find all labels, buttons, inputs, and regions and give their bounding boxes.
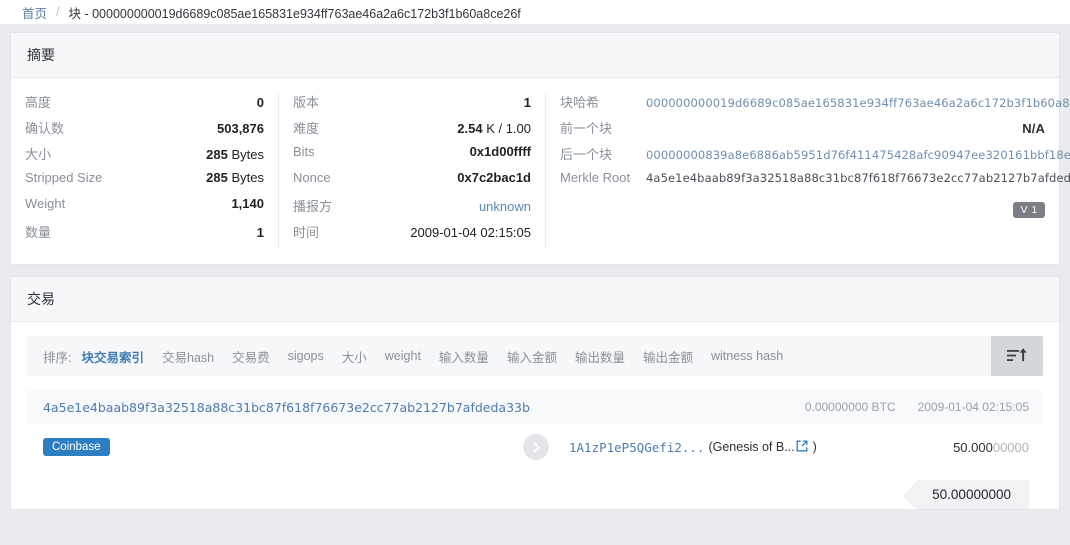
summary-row-difficulty: 难度 2.54 K / 1.00 xyxy=(293,118,531,144)
sort-option-sigops[interactable]: sigops xyxy=(288,349,324,363)
summary-key: 播报方 xyxy=(293,199,333,214)
summary-key: 后一个块 xyxy=(560,147,613,162)
sort-option-weight[interactable]: weight xyxy=(385,349,421,363)
summary-column-2: 版本 1 难度 2.54 K / 1.00 Bits 0x1d00ffff No… xyxy=(278,92,545,248)
transactions-card: 交易 排序: 块交易索引 交易hash 交易费 sigops 大小 weight… xyxy=(10,276,1060,512)
summary-row-size: 大小 285 Bytes xyxy=(25,144,264,170)
summary-key: 大小 xyxy=(25,147,52,162)
summary-row-stripped-size: Stripped Size 285 Bytes xyxy=(25,170,264,196)
version-badge: V 1 xyxy=(1013,202,1045,218)
summary-body: 高度 0 确认数 503,876 大小 285 Bytes Stripped S… xyxy=(11,78,1070,264)
summary-key: 时间 xyxy=(293,225,320,240)
summary-key: 高度 xyxy=(25,95,52,110)
summary-row-time: 时间 2009-01-04 02:15:05 xyxy=(293,222,531,248)
summary-key: Weight xyxy=(25,196,66,211)
summary-value: 503,876 xyxy=(217,121,264,136)
summary-key: 数量 xyxy=(25,225,52,240)
summary-column-3: 块哈希 000000000019d6689c085ae165831e934ff7… xyxy=(545,92,1070,248)
breadcrumb-separator: / xyxy=(56,5,60,19)
summary-row-bits: Bits 0x1d00ffff xyxy=(293,144,531,170)
sort-option-output-count[interactable]: 输出数量 xyxy=(575,347,625,366)
summary-value: 1,140 xyxy=(231,196,264,211)
breadcrumb-current: 块 - 000000000019d6689c085ae165831e934ff7… xyxy=(68,6,521,21)
transaction-fee: 0.00000000 BTC xyxy=(804,400,896,414)
transactions-body: 排序: 块交易索引 交易hash 交易费 sigops 大小 weight 输入… xyxy=(11,322,1059,512)
sort-option-input-amount[interactable]: 输入金额 xyxy=(507,347,557,366)
transaction-hash-link[interactable]: 4a5e1e4baab89f3a32518a88c31bc87f618f7667… xyxy=(43,400,805,415)
summary-row-merkle-root: Merkle Root 4a5e1e4baab89f3a32518a88c31b… xyxy=(560,170,1070,196)
breadcrumb-home-link[interactable]: 首页 xyxy=(22,3,47,22)
external-link-icon[interactable] xyxy=(796,440,808,455)
transaction-total-badge: 50.00000000 xyxy=(903,480,1029,512)
sort-option-tx-hash[interactable]: 交易hash xyxy=(162,347,214,366)
summary-row-previous-block: 前一个块 N/A xyxy=(560,118,1045,144)
summary-key: Bits xyxy=(293,144,315,159)
summary-value: 285 Bytes xyxy=(206,147,264,162)
summary-title: 摘要 xyxy=(11,33,1059,78)
sort-bar: 排序: 块交易索引 交易hash 交易费 sigops 大小 weight 输入… xyxy=(27,336,1043,376)
transaction-time: 2009-01-04 02:15:05 xyxy=(917,400,1029,414)
transaction-outputs: 1A1zP1eP5QGefi2... (Genesis of B... ) 50… xyxy=(569,440,1029,455)
summary-value: 0x7c2bac1d xyxy=(457,170,531,185)
summary-card: 摘要 高度 0 确认数 503,876 大小 285 Bytes Strippe… xyxy=(10,32,1070,265)
summary-value: 0 xyxy=(256,95,264,110)
summary-row-version: 版本 1 xyxy=(293,92,531,118)
sort-option-block-index[interactable]: 块交易索引 xyxy=(81,347,144,366)
transaction-io-row: Coinbase 1A1zP1eP5QGefi2... (Genesis of … xyxy=(27,424,1043,470)
summary-row-next-block: 后一个块 00000000839a8e6886ab5951d76f4114754… xyxy=(560,144,1070,170)
sort-option-input-count[interactable]: 输入数量 xyxy=(439,347,489,366)
summary-key: 难度 xyxy=(293,121,320,136)
transaction-header-row: 4a5e1e4baab89f3a32518a88c31bc87f618f7667… xyxy=(27,390,1043,424)
output-address-note: (Genesis of B... xyxy=(708,440,795,454)
summary-key: 块哈希 xyxy=(560,95,600,110)
summary-row-block-hash: 块哈希 000000000019d6689c085ae165831e934ff7… xyxy=(560,92,1070,118)
transactions-title: 交易 xyxy=(11,277,1059,322)
sort-option-fee[interactable]: 交易费 xyxy=(232,347,270,366)
summary-value: 285 Bytes xyxy=(206,170,264,185)
summary-key: Stripped Size xyxy=(25,170,103,185)
version-badge-row: V 1 xyxy=(560,196,1045,218)
sort-option-output-amount[interactable]: 输出金额 xyxy=(643,347,693,366)
sort-ascending-icon xyxy=(1006,347,1028,365)
summary-key: Nonce xyxy=(293,170,331,185)
summary-value: 1 xyxy=(523,95,531,110)
sort-options: 排序: 块交易索引 交易hash 交易费 sigops 大小 weight 输入… xyxy=(27,336,991,376)
output-address-link[interactable]: 1A1zP1eP5QGefi2... xyxy=(569,440,704,455)
output-address-note-close: ) xyxy=(812,440,817,454)
summary-value: 1 xyxy=(256,225,264,240)
summary-value: 2009-01-04 02:15:05 xyxy=(410,225,531,240)
transaction-inputs: Coinbase xyxy=(43,438,523,456)
relayed-by-link[interactable]: unknown xyxy=(383,199,531,214)
summary-key: 前一个块 xyxy=(560,121,613,136)
sort-direction-button[interactable] xyxy=(991,336,1043,376)
summary-value: 2.54 K / 1.00 xyxy=(457,121,531,136)
summary-key: Merkle Root xyxy=(560,170,631,185)
transaction-total-row: 50.00000000 xyxy=(27,470,1043,512)
block-hash-value[interactable]: 000000000019d6689c085ae165831e934ff763ae… xyxy=(646,96,1070,110)
summary-row-count: 数量 1 xyxy=(25,222,264,248)
sort-option-witness-hash[interactable]: witness hash xyxy=(711,349,783,363)
summary-key: 确认数 xyxy=(25,121,65,136)
block-detail-page: 首页 / 块 - 000000000019d6689c085ae165831e9… xyxy=(0,0,1070,545)
breadcrumb: 首页 / 块 - 000000000019d6689c085ae165831e9… xyxy=(0,0,1070,24)
summary-value: 0x1d00ffff xyxy=(469,144,531,159)
summary-row-relayed-by: 播报方 unknown xyxy=(293,196,531,222)
next-block-link[interactable]: 00000000839a8e6886ab5951d76f411475428afc… xyxy=(646,148,1070,162)
summary-row-weight: Weight 1,140 xyxy=(25,196,264,222)
coinbase-tag[interactable]: Coinbase xyxy=(43,438,110,456)
summary-column-1: 高度 0 确认数 503,876 大小 285 Bytes Stripped S… xyxy=(11,92,278,248)
summary-row-height: 高度 0 xyxy=(25,92,264,118)
sort-option-size[interactable]: 大小 xyxy=(342,347,367,366)
output-amount: 50.00000000 xyxy=(953,439,1029,455)
summary-row-confirmations: 确认数 503,876 xyxy=(25,118,264,144)
previous-block-value: N/A xyxy=(1022,121,1045,136)
summary-key: 版本 xyxy=(293,95,320,110)
chevron-right-icon[interactable] xyxy=(523,434,549,460)
merkle-root-value: 4a5e1e4baab89f3a32518a88c31bc87f618f7667… xyxy=(646,171,1070,185)
sort-label: 排序: xyxy=(43,350,72,365)
summary-row-nonce: Nonce 0x7c2bac1d xyxy=(293,170,531,196)
